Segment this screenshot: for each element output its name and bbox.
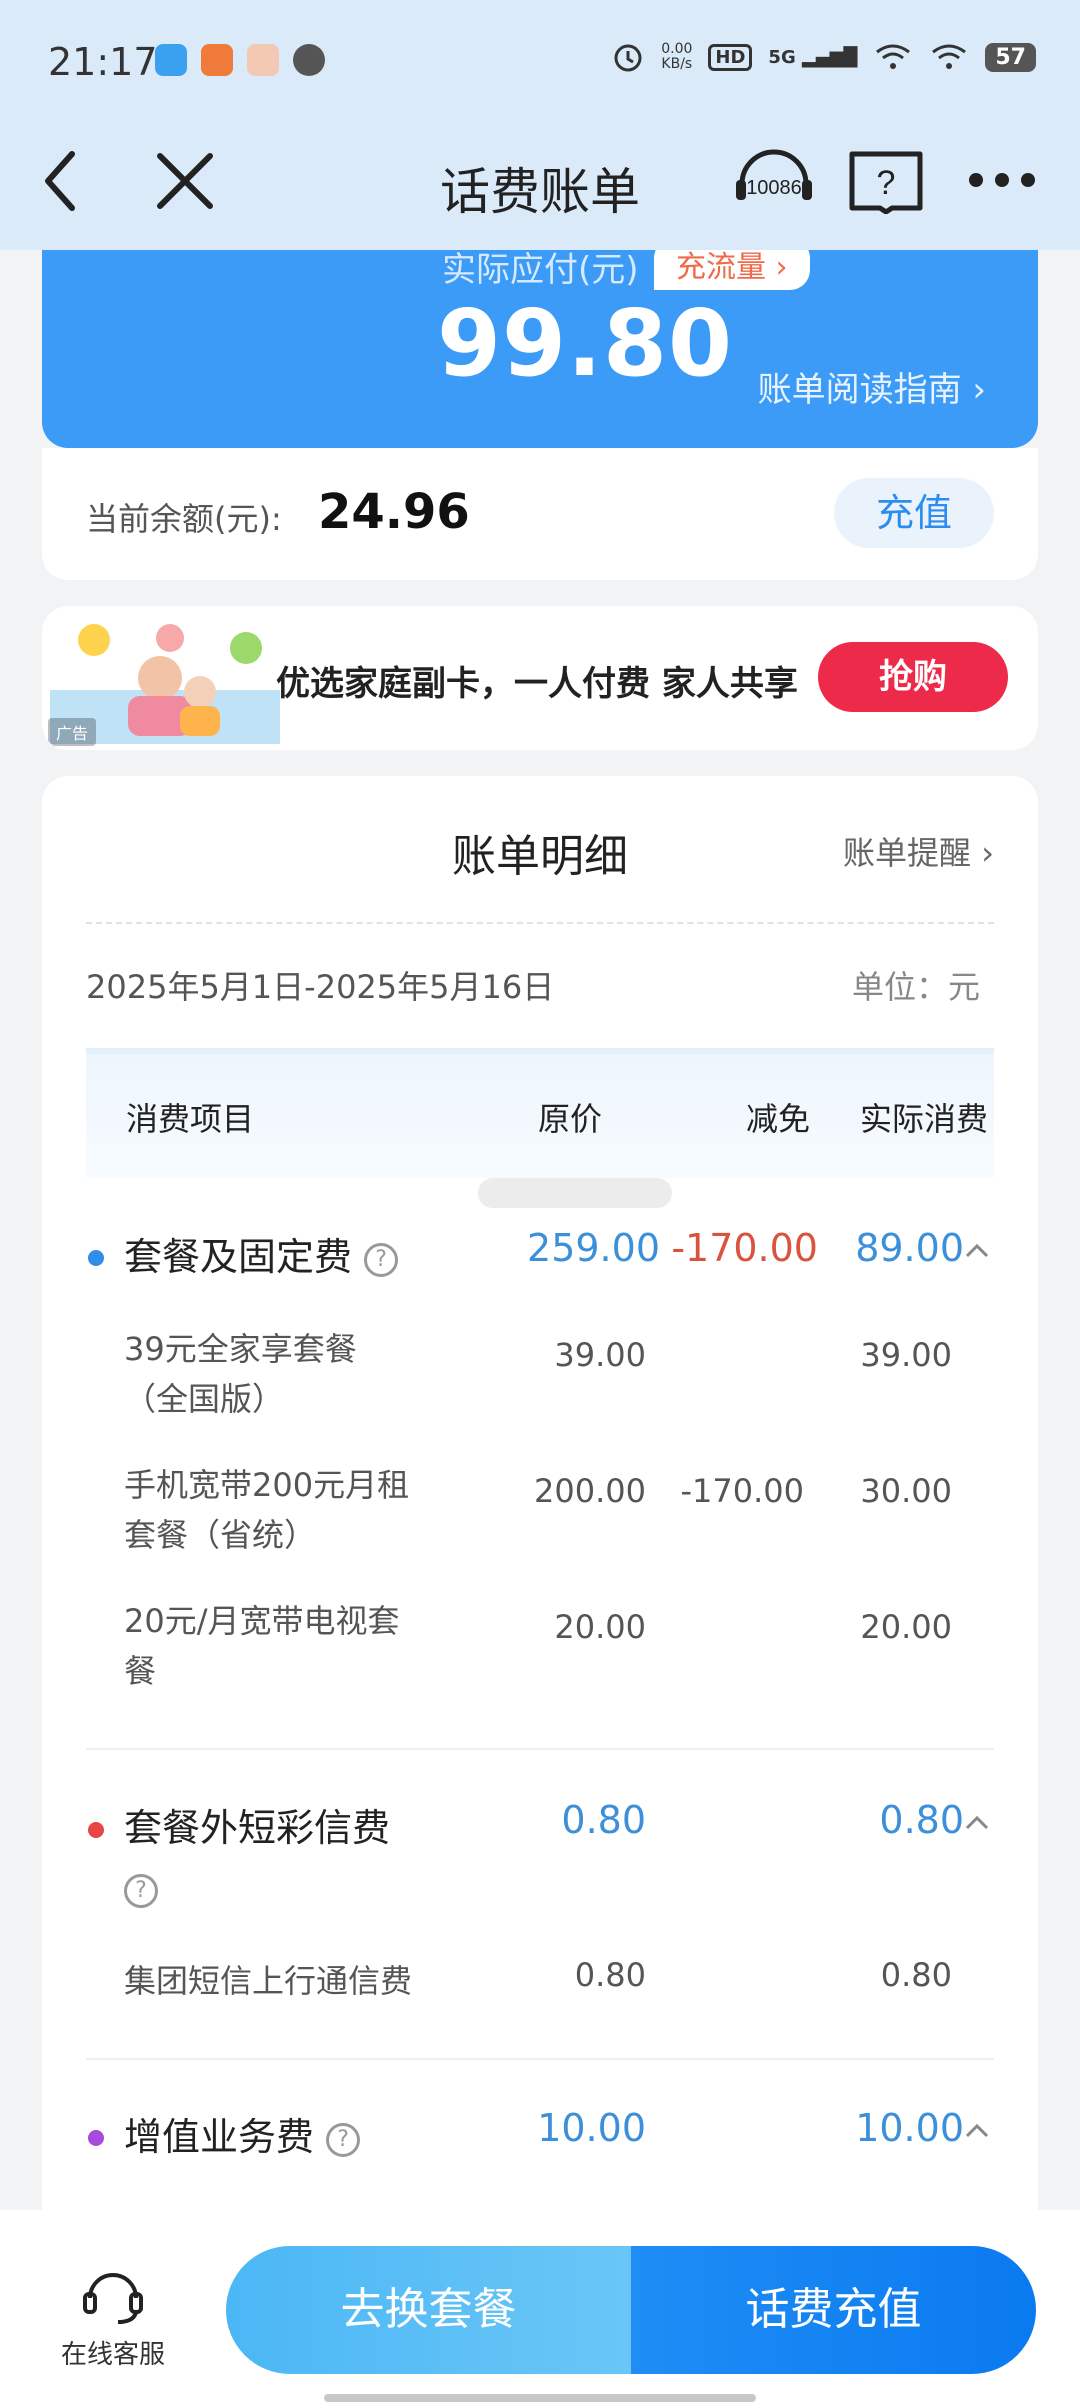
help-button[interactable]: ? <box>848 148 924 215</box>
hotline-10086-button[interactable]: 10086 <box>732 140 816 224</box>
net-speed: 0.00 KB/s <box>661 42 692 72</box>
action-buttons: 去换套餐 话费充值 <box>226 2246 1036 2374</box>
app-notification-icon <box>155 44 187 76</box>
hotline-number: 10086 <box>746 177 802 199</box>
item-name-line: 餐 <box>124 1652 157 1690</box>
signal-label: 5G <box>768 46 796 68</box>
item-name: 39元全家享套餐 （全国版） <box>124 1324 357 1424</box>
wifi-icon <box>932 44 967 69</box>
nav-bar: 话费账单 10086 ? <box>0 120 1080 250</box>
chevron-up-icon[interactable] <box>962 1236 992 1266</box>
category-name: 套餐及固定费 ? <box>124 1226 399 1281</box>
category-actual: 10.00 <box>855 2106 964 2150</box>
header-discount: 减免 <box>746 1100 811 1138</box>
home-indicator[interactable] <box>324 2394 756 2402</box>
headset-icon: 10086 <box>736 149 812 200</box>
divider <box>86 922 994 924</box>
notification-icons <box>155 44 325 76</box>
bill-reminder-link[interactable]: 账单提醒 › <box>843 828 994 874</box>
bill-guide-link[interactable]: 账单阅读指南 › <box>758 362 986 411</box>
category-name: 增值业务费 ? <box>124 2106 361 2161</box>
help-circle-icon[interactable]: ? <box>326 2122 361 2157</box>
header-item: 消费项目 <box>126 1100 255 1138</box>
ad-banner[interactable]: 广告 优选家庭副卡，一人付费 家人共享 抢购 <box>42 606 1038 750</box>
item-original: 200.00 <box>534 1472 646 1510</box>
category-discount: -170.00 <box>671 1226 818 1270</box>
net-speed-value: 0.00 <box>661 41 693 57</box>
item-name-line: 20元/月宽带电视套 <box>124 1602 400 1640</box>
net-speed-unit: KB/s <box>661 56 693 72</box>
balance-value: 24.96 <box>318 484 470 540</box>
chevron-up-icon[interactable] <box>962 1808 992 1838</box>
help-book-icon: ? <box>849 151 923 215</box>
category-original: 0.80 <box>561 1798 646 1842</box>
app-notification-icon <box>201 44 233 76</box>
wifi-icon <box>876 44 911 69</box>
hd-badge: HD <box>708 43 753 71</box>
item-name-line: 39元全家享套餐 <box>124 1330 357 1368</box>
status-right: 0.00 KB/s HD 5G ▂▄▆█ 57 <box>611 40 1036 74</box>
item-name: 20元/月宽带电视套餐 <box>124 1596 400 1696</box>
app-notification-icon <box>247 44 279 76</box>
ad-tag: 广告 <box>48 718 97 746</box>
customer-service-icon <box>83 2273 143 2324</box>
status-bar: 21:17 0.00 KB/s HD 5G ▂▄▆█ 57 <box>0 0 1080 120</box>
item-original: 39.00 <box>554 1336 646 1374</box>
item-actual: 20.00 <box>860 1608 952 1646</box>
item-original: 0.80 <box>574 1956 646 1994</box>
item-original: 20.00 <box>554 1608 646 1646</box>
battery-indicator: 57 <box>985 42 1036 72</box>
category-actual: 89.00 <box>855 1226 964 1270</box>
chevron-up-icon[interactable] <box>962 2116 992 2146</box>
message-icon <box>293 44 325 76</box>
category-dot <box>88 2130 104 2146</box>
category-original: 259.00 <box>527 1226 660 1270</box>
item-name-line: 套餐（省统） <box>124 1516 317 1554</box>
unit-label: 单位：元 <box>851 968 980 1006</box>
online-service-button[interactable]: 在线客服 <box>48 2260 178 2371</box>
more-icon[interactable] <box>966 160 1038 200</box>
category-original: 10.00 <box>537 2106 646 2150</box>
header-actual: 实际消费 <box>860 1100 989 1138</box>
item-name: 集团短信上行通信费 <box>124 1962 413 2000</box>
item-name-line: （全国版） <box>124 1380 285 1418</box>
status-time: 21:17 <box>48 40 158 84</box>
category-dot <box>88 1250 104 1266</box>
top-bar: 21:17 0.00KB/s HD 5G ▂▄▆█ 57 话费账单 10086 <box>0 0 1080 250</box>
divider <box>86 2058 994 2060</box>
item-name-line: 手机宽带200元月租 <box>124 1466 410 1504</box>
help-circle-icon[interactable]: ? <box>124 1873 158 1908</box>
category-name: 套餐外短彩信费 ? <box>124 1798 464 1918</box>
bill-detail-card: 账单明细 账单提醒 › 2025年5月1日-2025年5月16日 单位：元 消费… <box>42 776 1038 2256</box>
category-name-text: 增值业务费 <box>124 2115 315 2159</box>
item-actual: 39.00 <box>860 1336 952 1374</box>
watermark <box>478 1178 672 1208</box>
help-circle-icon[interactable]: ? <box>364 1242 399 1277</box>
divider <box>86 1748 994 1750</box>
ad-text: 优选家庭副卡，一人付费 家人共享 <box>276 664 798 704</box>
online-service-label: 在线客服 <box>60 2340 165 2370</box>
alarm-icon <box>614 44 642 72</box>
payable-amount: 99.80 <box>437 290 734 397</box>
buy-now-button[interactable]: 抢购 <box>818 642 1008 712</box>
phone-recharge-button[interactable]: 话费充值 <box>631 2246 1036 2374</box>
balance-card: 当前余额(元): 24.96 充值 <box>42 448 1038 580</box>
item-actual: 0.80 <box>880 1956 952 1994</box>
balance-label: 当前余额(元): <box>86 500 282 538</box>
change-plan-button[interactable]: 去换套餐 <box>226 2246 631 2374</box>
header-original: 原价 <box>538 1100 603 1138</box>
signal-5g: 5G ▂▄▆█ <box>768 46 858 68</box>
recharge-button[interactable]: 充值 <box>834 478 994 548</box>
help-glyph: ? <box>877 164 896 202</box>
item-actual: 30.00 <box>860 1472 952 1510</box>
item-discount: -170.00 <box>680 1472 804 1510</box>
category-actual: 0.80 <box>879 1798 964 1842</box>
item-name: 手机宽带200元月租 套餐（省统） <box>124 1460 409 1560</box>
category-name-text: 套餐外短彩信费 <box>124 1806 391 1850</box>
bill-period: 2025年5月1日-2025年5月16日 <box>86 968 555 1006</box>
category-dot <box>88 1822 104 1838</box>
table-header: 消费项目 原价 减免 实际消费 <box>86 1048 994 1178</box>
category-name-text: 套餐及固定费 <box>124 1235 353 1279</box>
bottom-action-bar: 在线客服 去换套餐 话费充值 <box>0 2210 1080 2408</box>
